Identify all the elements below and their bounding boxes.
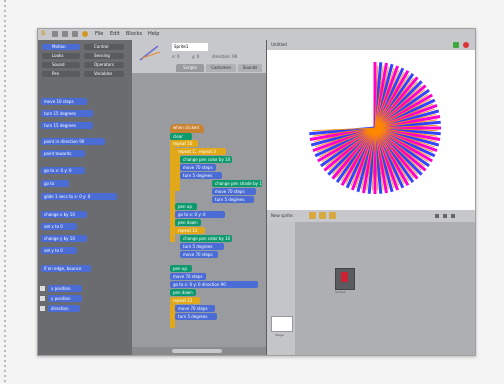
scratch-logo: S bbox=[41, 30, 46, 37]
palette-block-set-y[interactable]: set y to 0 bbox=[41, 247, 77, 254]
new-sprite-bar: New sprite: bbox=[267, 210, 475, 222]
script-block[interactable]: pen down bbox=[175, 219, 201, 226]
menu-edit[interactable]: Edit bbox=[110, 31, 120, 37]
checkbox-y-position[interactable] bbox=[40, 296, 45, 301]
menu-bar: S File Edit Blocks Help bbox=[38, 29, 475, 40]
category-looks[interactable]: Looks bbox=[42, 53, 80, 59]
script-block[interactable]: turn 5 degrees bbox=[180, 243, 224, 250]
script-block[interactable]: move 70 steps bbox=[180, 251, 218, 258]
sprite-thumbnail-icon bbox=[139, 45, 161, 61]
menu-file[interactable]: File bbox=[95, 31, 103, 37]
script-block[interactable]: go to x: 0 y: 0 direction 90 bbox=[170, 281, 258, 288]
sprite-thumbnail[interactable] bbox=[335, 268, 355, 290]
tab-scripts[interactable]: Scripts bbox=[176, 64, 204, 72]
sprite-info-header: Sprite1 x: 0 y: 0 direction: 90 Scripts … bbox=[132, 40, 266, 73]
palette-reporter-direction[interactable]: direction bbox=[48, 305, 80, 312]
palette-block-point-towards[interactable]: point towards bbox=[41, 150, 85, 157]
left-edge-dotted-line bbox=[4, 0, 6, 384]
palette-block-turn-right[interactable]: turn 15 degrees bbox=[41, 110, 93, 117]
menu-blocks[interactable]: Blocks bbox=[126, 31, 142, 37]
category-control[interactable]: Control bbox=[84, 44, 124, 50]
category-pen[interactable]: Pen bbox=[42, 71, 80, 77]
sprite-direction-readout: direction: 90 bbox=[212, 54, 238, 59]
pen-pattern-drawing bbox=[309, 62, 441, 194]
horizontal-scrollbar[interactable] bbox=[132, 347, 266, 355]
category-variables[interactable]: Variables bbox=[84, 71, 124, 77]
sprite-name-field[interactable]: Sprite1 bbox=[172, 43, 208, 51]
tab-costumes[interactable]: Costumes bbox=[206, 64, 236, 72]
script-block[interactable]: turn 5 degrees bbox=[180, 172, 222, 179]
tab-sounds[interactable]: Sounds bbox=[238, 64, 262, 72]
language-icon[interactable] bbox=[82, 31, 88, 37]
sprite-y-readout: y: 0 bbox=[192, 54, 200, 59]
stage-thumbnail[interactable] bbox=[271, 316, 293, 332]
globe-icon[interactable] bbox=[52, 31, 58, 37]
script-block[interactable]: repeat 12 bbox=[170, 297, 200, 304]
palette-reporter-x-position[interactable]: x position bbox=[48, 285, 82, 292]
script-block[interactable]: go to x: 0 y: 0 bbox=[175, 211, 225, 218]
palette-block-set-x[interactable]: set x to 0 bbox=[41, 223, 77, 230]
layout-icon[interactable] bbox=[451, 214, 455, 218]
script-block[interactable]: move 70 steps bbox=[170, 273, 206, 280]
palette-block-goto-xy[interactable]: go to x: 0 y: 0 bbox=[41, 167, 85, 174]
checkbox-direction[interactable] bbox=[40, 306, 45, 311]
save-icon[interactable] bbox=[62, 31, 68, 37]
script-block[interactable]: change pen color by 10 bbox=[180, 235, 232, 242]
script-block[interactable]: repeat 3 bbox=[196, 148, 226, 155]
script-block[interactable]: repeat 12 bbox=[175, 227, 205, 234]
script-block[interactable]: change pen shade by 10 bbox=[212, 180, 262, 187]
green-flag-icon[interactable] bbox=[453, 42, 459, 48]
checkbox-x-position[interactable] bbox=[40, 286, 45, 291]
category-motion[interactable]: Motion bbox=[42, 44, 80, 50]
palette-block-bounce[interactable]: if on edge, bounce bbox=[41, 265, 91, 272]
palette-block-change-x[interactable]: change x by 10 bbox=[41, 211, 87, 218]
category-sensing[interactable]: Sensing bbox=[84, 53, 124, 59]
script-hat-block[interactable]: when clicked bbox=[170, 124, 204, 133]
palette-block-turn-left[interactable]: turn 15 degrees bbox=[41, 122, 93, 129]
scrollbar-thumb[interactable] bbox=[172, 349, 222, 353]
stage-label: Stage bbox=[275, 333, 284, 337]
script-block[interactable]: repeat 10 bbox=[170, 140, 198, 147]
stage-thumbnail-panel[interactable]: Stage bbox=[267, 222, 295, 355]
project-title[interactable]: Untitled bbox=[271, 42, 287, 47]
stage-header: Untitled bbox=[267, 40, 475, 50]
palette-reporter-y-position[interactable]: y position bbox=[48, 295, 82, 302]
stop-icon[interactable] bbox=[463, 42, 469, 48]
upload-sprite-icon[interactable] bbox=[319, 212, 326, 219]
palette-block-point-direction[interactable]: point in direction 90 bbox=[41, 138, 105, 145]
category-sound[interactable]: Sound bbox=[42, 62, 80, 68]
share-icon[interactable] bbox=[72, 31, 78, 37]
script-block[interactable]: move 70 steps bbox=[212, 188, 256, 195]
script-block[interactable]: turn 5 degrees bbox=[175, 313, 217, 320]
layout-icon[interactable] bbox=[435, 214, 439, 218]
palette-block-move[interactable]: move 10 steps bbox=[41, 98, 87, 105]
script-block[interactable]: pen down bbox=[170, 289, 196, 296]
sprite-x-readout: x: 0 bbox=[172, 54, 180, 59]
stage-canvas[interactable] bbox=[267, 50, 475, 210]
palette-block-glide[interactable]: glide 1 secs to x: 0 y: 0 bbox=[41, 193, 117, 200]
layout-icon[interactable] bbox=[443, 214, 447, 218]
scratch-window: S File Edit Blocks Help Motion Control L… bbox=[37, 28, 476, 356]
palette-block-goto[interactable]: go to bbox=[41, 180, 69, 187]
sprite-costume-icon bbox=[341, 272, 348, 282]
category-operators[interactable]: Operators bbox=[84, 62, 124, 68]
paint-sprite-icon[interactable] bbox=[309, 212, 316, 219]
sprite-thumbnail-label: Sprite1 bbox=[335, 290, 346, 294]
menu-help[interactable]: Help bbox=[148, 31, 159, 37]
script-block[interactable]: turn 5 degrees bbox=[212, 196, 254, 203]
new-sprite-label: New sprite: bbox=[271, 213, 294, 218]
script-block[interactable]: move 70 steps bbox=[175, 305, 215, 312]
script-block[interactable]: pen up bbox=[170, 265, 192, 272]
script-block[interactable]: change pen color by 10 bbox=[180, 156, 232, 163]
script-block[interactable]: move 70 steps bbox=[180, 164, 216, 171]
script-block[interactable]: pen up bbox=[175, 203, 197, 210]
block-palette: Motion Control Looks Sensing Sound Opera… bbox=[38, 40, 132, 355]
camera-sprite-icon[interactable] bbox=[329, 212, 336, 219]
palette-block-change-y[interactable]: change y by 10 bbox=[41, 235, 87, 242]
scripts-area[interactable]: Sprite1 x: 0 y: 0 direction: 90 Scripts … bbox=[132, 40, 266, 355]
script-block[interactable]: clear bbox=[170, 133, 192, 140]
sprite-corral: New sprite: Stage Sprite1 bbox=[267, 210, 475, 355]
